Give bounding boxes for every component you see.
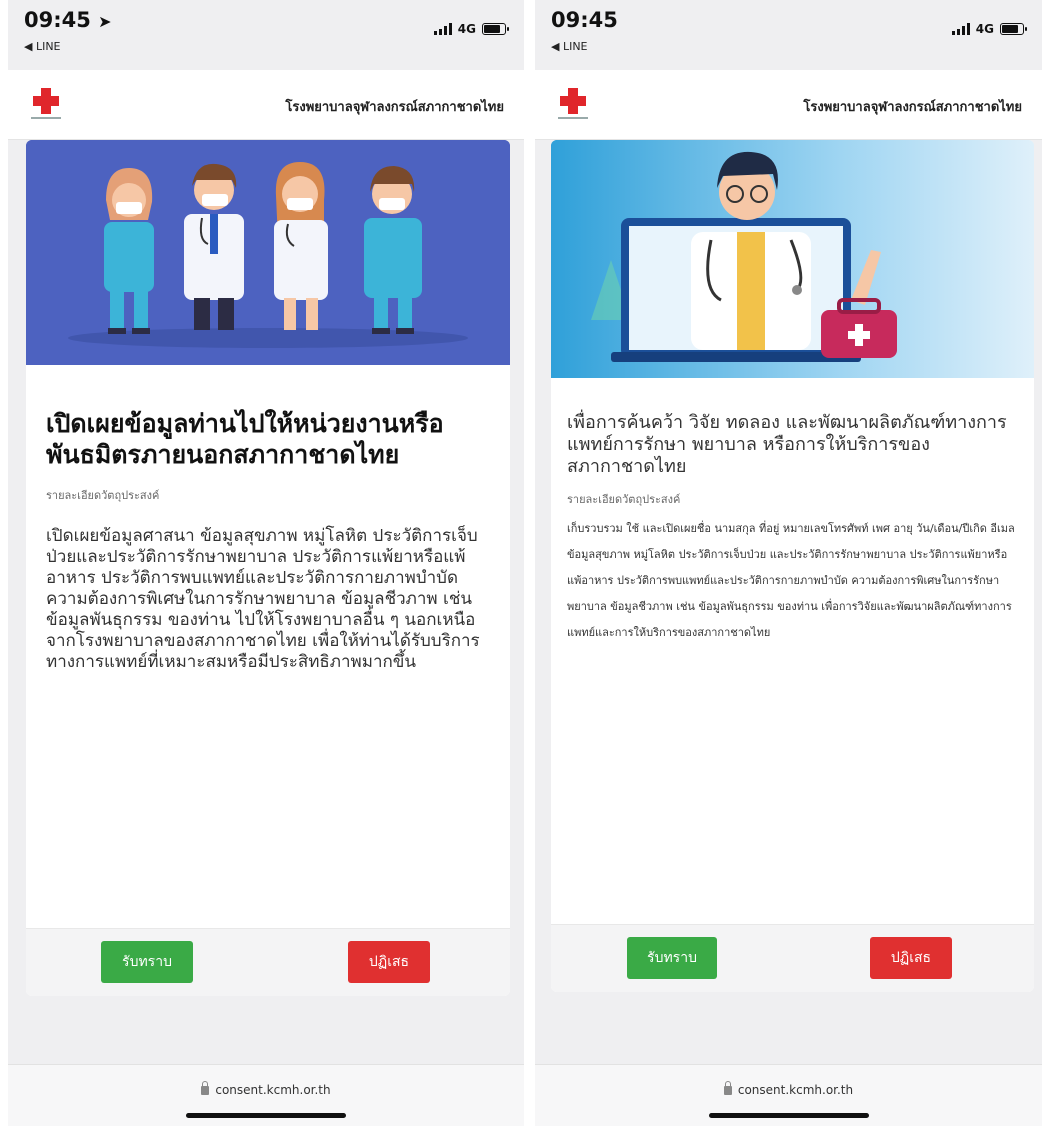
app-header: โรงพยาบาลจุฬาลงกรณ์สภากาชาดไทย bbox=[8, 70, 524, 140]
phone-screen-right: 09:45 ◀ LINE 4G โรงพยาบาลจุฬาลงกรณ์สภากา… bbox=[535, 0, 1042, 1126]
purpose-title: เพื่อการค้นคว้า วิจัย ทดลอง และพัฒนาผลิต… bbox=[567, 412, 1007, 477]
online-doctor-illustration bbox=[551, 140, 1034, 378]
accept-button[interactable]: รับทราบ bbox=[101, 941, 193, 983]
signal-icon bbox=[951, 23, 970, 35]
purpose-detail-label: รายละเอียดวัตถุประสงค์ bbox=[567, 493, 681, 506]
purpose-description: เก็บรวบรวม ใช้ และเปิดเผยชื่อ นามสกุล ที… bbox=[567, 522, 1015, 639]
hospital-name: โรงพยาบาลจุฬาลงกรณ์สภากาชาดไทย bbox=[285, 100, 504, 115]
location-arrow-icon: ➤ bbox=[98, 12, 112, 31]
card-body: เปิดเผยข้อมูลท่านไปให้หน่วยงานหรือพันธมิ… bbox=[26, 408, 510, 673]
screenshot-divider bbox=[524, 0, 535, 1126]
battery-icon bbox=[482, 23, 509, 35]
red-cross-logo bbox=[31, 88, 61, 119]
browser-url-bar[interactable]: consent.kcmh.or.th bbox=[535, 1064, 1042, 1126]
medical-staff-illustration bbox=[26, 140, 510, 365]
status-indicators: 4G bbox=[951, 22, 1027, 36]
status-bar: 09:45 ◀ LINE 4G bbox=[535, 0, 1042, 70]
reject-button[interactable]: ปฏิเสธ bbox=[348, 941, 430, 983]
consent-actions: รับทราบ ปฏิเสธ bbox=[551, 924, 1034, 992]
signal-icon bbox=[433, 23, 452, 35]
lock-icon bbox=[723, 1081, 732, 1095]
network-type: 4G bbox=[975, 22, 994, 36]
consent-card: เปิดเผยข้อมูลท่านไปให้หน่วยงานหรือพันธมิ… bbox=[26, 140, 510, 996]
battery-icon bbox=[1000, 23, 1027, 35]
status-indicators: 4G bbox=[433, 22, 509, 36]
status-bar: 09:45 ➤ ◀ LINE 4G bbox=[8, 0, 524, 70]
purpose-title: เปิดเผยข้อมูลท่านไปให้หน่วยงานหรือพันธมิ… bbox=[46, 409, 444, 469]
app-header: โรงพยาบาลจุฬาลงกรณ์สภากาชาดไทย bbox=[535, 70, 1042, 140]
consent-actions: รับทราบ ปฏิเสธ bbox=[26, 928, 510, 996]
url-display: consent.kcmh.or.th bbox=[535, 1081, 1042, 1097]
back-to-line-link[interactable]: ◀ LINE bbox=[551, 40, 588, 53]
status-time: 09:45 ➤ bbox=[24, 8, 112, 32]
home-indicator[interactable] bbox=[186, 1113, 346, 1118]
accept-button[interactable]: รับทราบ bbox=[627, 937, 717, 979]
home-indicator[interactable] bbox=[708, 1113, 869, 1118]
url-display: consent.kcmh.or.th bbox=[8, 1081, 524, 1097]
red-cross-logo bbox=[558, 88, 588, 119]
purpose-detail-label: รายละเอียดวัตถุประสงค์ bbox=[46, 489, 160, 502]
browser-url-bar[interactable]: consent.kcmh.or.th bbox=[8, 1064, 524, 1126]
phone-screen-left: 09:45 ➤ ◀ LINE 4G โรงพยาบาลจุฬาลงกรณ์สภา… bbox=[8, 0, 524, 1126]
consent-card: เพื่อการค้นคว้า วิจัย ทดลอง และพัฒนาผลิต… bbox=[551, 140, 1034, 992]
hero-image-online-doctor bbox=[551, 140, 1034, 378]
hero-image-medical-staff bbox=[26, 140, 510, 365]
hospital-name: โรงพยาบาลจุฬาลงกรณ์สภากาชาดไทย bbox=[803, 100, 1022, 115]
reject-button[interactable]: ปฏิเสธ bbox=[870, 937, 952, 979]
purpose-description: เปิดเผยข้อมูลศาสนา ข้อมูลสุขภาพ หมู่โลหิ… bbox=[46, 526, 480, 672]
status-time: 09:45 bbox=[551, 8, 618, 32]
card-body: เพื่อการค้นคว้า วิจัย ทดลอง และพัฒนาผลิต… bbox=[551, 412, 1034, 646]
network-type: 4G bbox=[457, 22, 476, 36]
lock-icon bbox=[201, 1081, 210, 1095]
back-to-line-link[interactable]: ◀ LINE bbox=[24, 40, 61, 53]
